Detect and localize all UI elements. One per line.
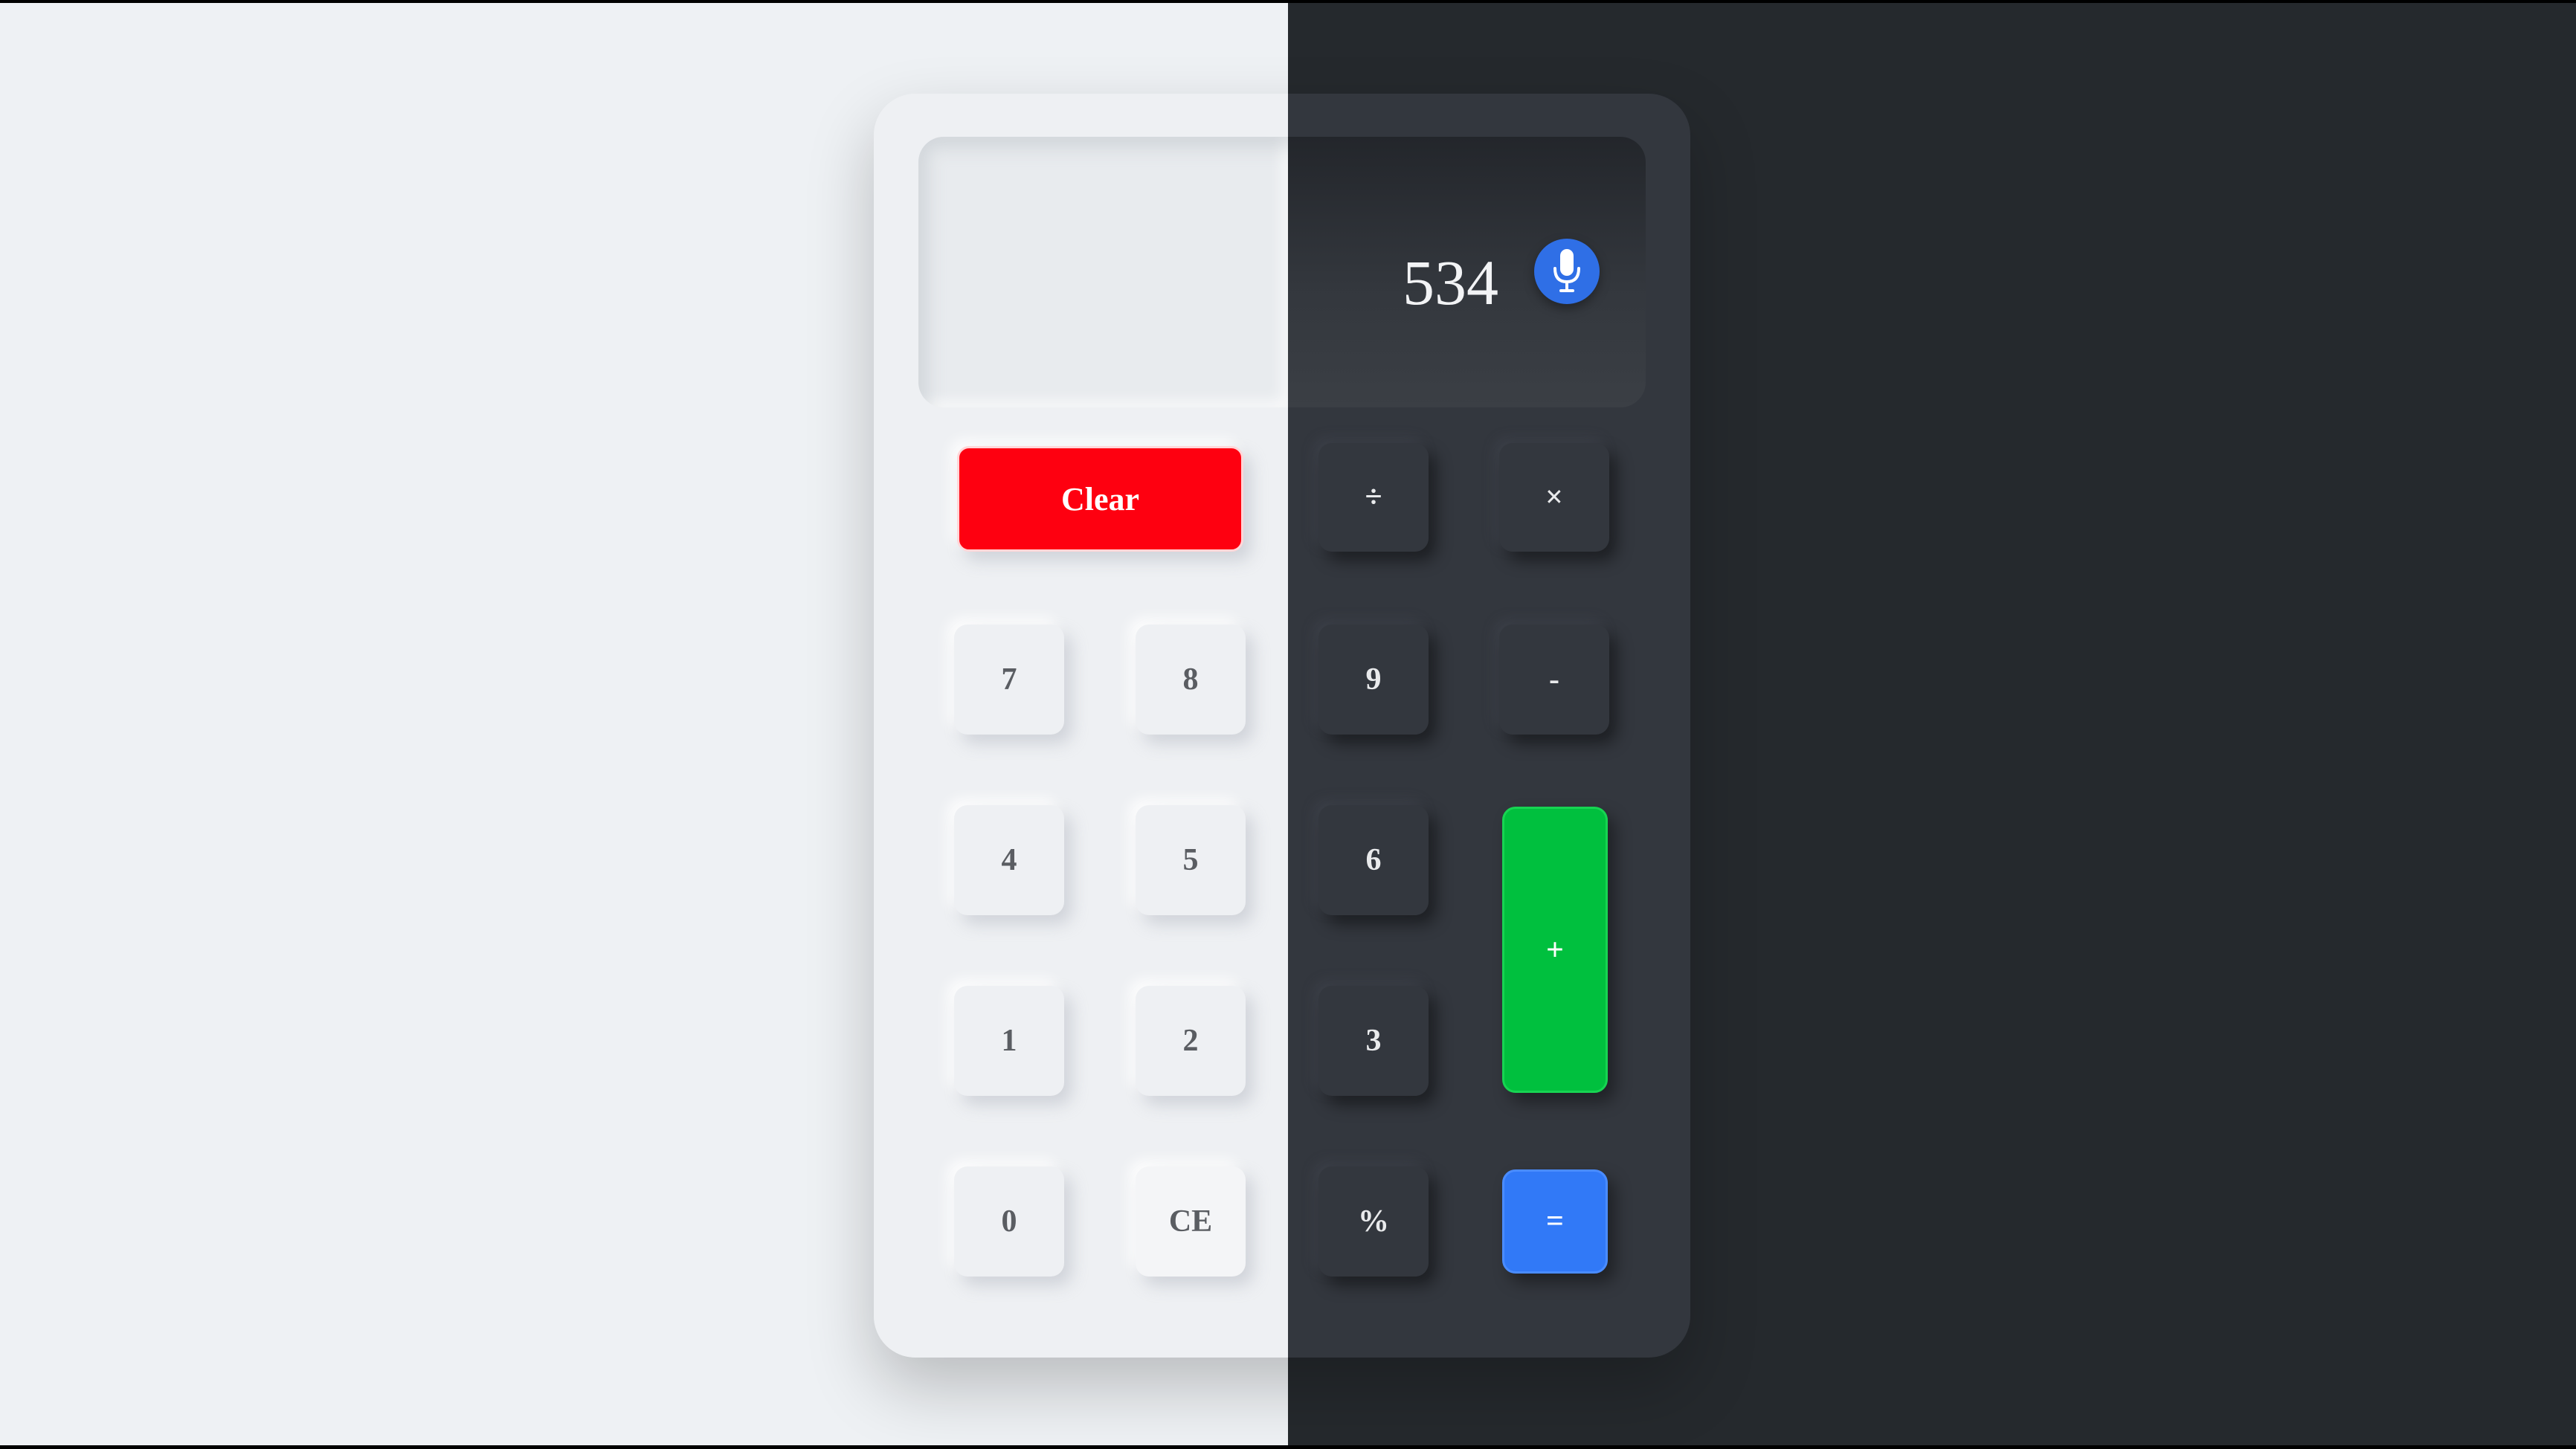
digit-1-button[interactable]: 1 — [954, 986, 1064, 1096]
plus-button[interactable]: + — [1502, 807, 1608, 1093]
clear-entry-button[interactable]: CE — [1136, 1166, 1246, 1277]
digit-2-button[interactable]: 2 — [1136, 986, 1246, 1096]
microphone-button[interactable] — [1534, 239, 1600, 304]
digit-9-button[interactable]: 9 — [1318, 625, 1429, 735]
digit-8-button[interactable]: 8 — [1136, 625, 1246, 735]
minus-button[interactable]: - — [1499, 625, 1609, 735]
equals-button[interactable]: = — [1502, 1169, 1608, 1274]
multiply-button[interactable]: × — [1499, 443, 1609, 552]
display-value: 534 — [1403, 247, 1498, 318]
digit-3-button[interactable]: 3 — [1318, 986, 1429, 1096]
divide-button[interactable]: ÷ — [1318, 443, 1429, 552]
clear-button[interactable]: Clear — [957, 446, 1243, 552]
digit-7-button[interactable]: 7 — [954, 625, 1064, 735]
digit-4-button[interactable]: 4 — [954, 805, 1064, 915]
percent-button[interactable]: % — [1318, 1166, 1429, 1277]
digit-0-button[interactable]: 0 — [954, 1166, 1064, 1277]
display-light-half — [918, 137, 1288, 407]
digit-5-button[interactable]: 5 — [1136, 805, 1246, 915]
digit-6-button[interactable]: 6 — [1318, 805, 1429, 915]
microphone-icon — [1553, 249, 1580, 292]
